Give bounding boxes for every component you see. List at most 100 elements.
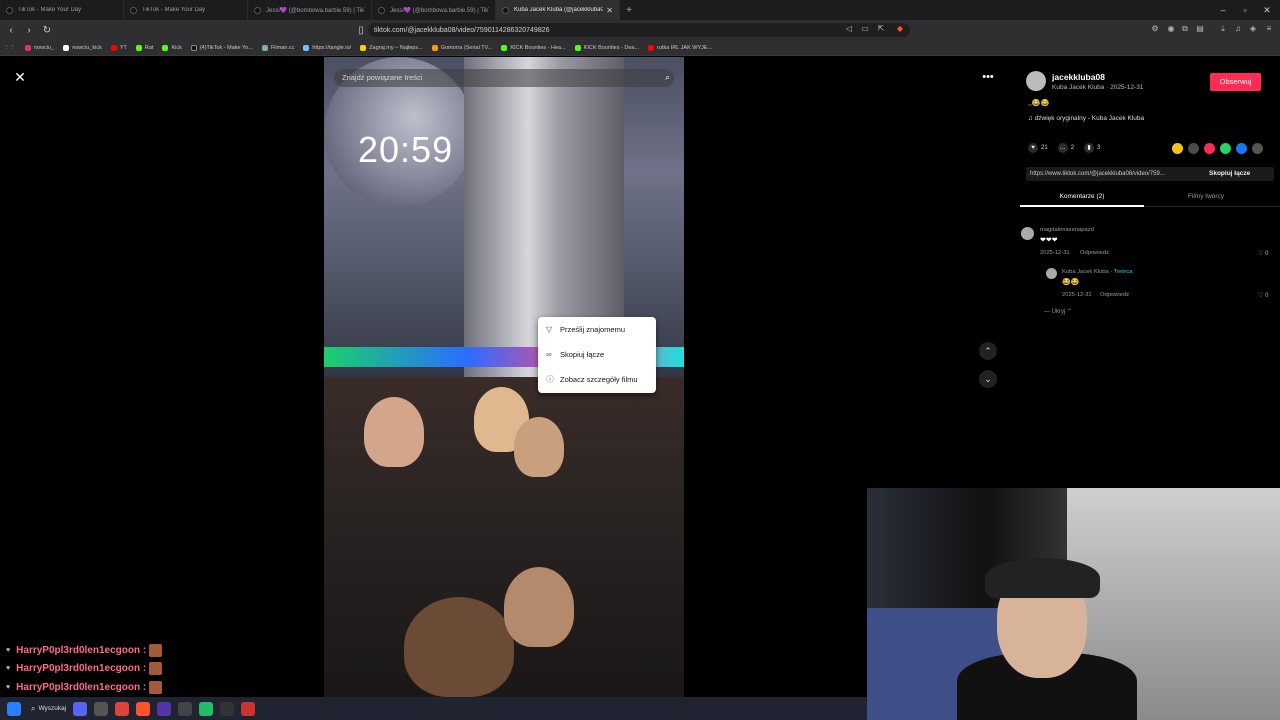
browser-tab[interactable]: TikTok - Make Your Day <box>124 0 248 20</box>
maximize-button[interactable]: ▫ <box>1234 0 1256 20</box>
author-username[interactable]: jacekkluba08 <box>1052 72 1105 82</box>
reply-button[interactable]: Odpowiedz <box>1080 250 1109 256</box>
chat-username: HarryP0pl3rd0len1ecgoon <box>16 681 141 693</box>
app-icon[interactable] <box>199 701 214 716</box>
comment-like-button[interactable]: ♡ 0 <box>1258 250 1268 257</box>
menu-item-video-details[interactable]: ⓘ Zobacz szczegóły filmu <box>538 367 656 392</box>
media-icon[interactable]: ♫ <box>1233 24 1243 34</box>
video-description: ,,😂😂 <box>1028 100 1050 107</box>
bookmark-icon[interactable]: ▯ <box>354 25 368 36</box>
discord-icon[interactable] <box>73 701 88 716</box>
related-search-input[interactable]: Znajdź powiązane treści <box>334 69 674 87</box>
close-window-button[interactable]: ✕ <box>1256 0 1278 20</box>
extension-icon[interactable]: ◉ <box>1166 24 1176 34</box>
bookmark-item[interactable]: Gomorra (Serial TV... <box>431 44 492 51</box>
bookmark-item[interactable]: rutka IRL JAK WYJE... <box>648 44 712 51</box>
extensions-icon[interactable]: ⧉ <box>1180 24 1190 34</box>
app-icon[interactable] <box>178 701 193 716</box>
tab-comments[interactable]: Komentarze (2) <box>1020 187 1144 207</box>
copy-link-button[interactable]: Skopiuj łącze <box>1209 167 1250 181</box>
person-image <box>404 597 514 697</box>
close-viewer-button[interactable]: ✕ <box>12 69 28 85</box>
commenter-avatar[interactable] <box>1021 227 1034 240</box>
close-tab-icon[interactable]: ✕ <box>606 6 613 15</box>
reload-button[interactable]: ↻ <box>40 25 54 36</box>
previous-video-button[interactable]: ⌃ <box>979 342 997 360</box>
hide-replies-button[interactable]: — Ukryj ⌃ <box>1044 308 1072 315</box>
bookmark-item[interactable]: Kick <box>162 44 182 51</box>
commenter-name[interactable]: Kuba Jacek Kluba · Twórca <box>1062 269 1132 275</box>
save-button[interactable]: ▮ 3 <box>1084 143 1100 153</box>
more-options-button[interactable]: ••• <box>980 69 996 85</box>
new-tab-button[interactable]: + <box>620 5 638 16</box>
video-link-field[interactable]: https://www.tiktok.com/@jacekkluba08/vid… <box>1026 167 1274 181</box>
search-icon[interactable]: ⌕ <box>665 72 670 83</box>
brave-icon[interactable] <box>136 701 151 716</box>
share-page-icon[interactable]: ⇱ <box>876 24 886 34</box>
bookmark-item[interactable]: nowciu_ <box>25 44 54 51</box>
chrome-icon[interactable] <box>115 701 130 716</box>
chat-message: ♥ HarryP0pl3rd0len1ecgoon : <box>6 641 206 660</box>
sidebar-icon[interactable]: ▤ <box>1195 24 1205 34</box>
comment-button[interactable]: … 2 <box>1057 143 1074 153</box>
bookmark-item[interactable]: (4)TikTok - Make Yo... <box>190 44 253 51</box>
address-bar-row: ‹ › ↻ ▯ tiktok.com/@jacekkluba08/video/7… <box>0 20 1280 40</box>
brave-shield-icon[interactable]: ◆ <box>895 24 905 34</box>
mute-icon[interactable]: ◁ <box>844 24 854 34</box>
menu-item-label: Zobacz szczegóły filmu <box>560 375 638 384</box>
sound-link[interactable]: ♫ dźwięk oryginalny - Kuba Jacek Kluba <box>1028 115 1144 122</box>
bookmark-item[interactable]: nowciu_kick <box>63 44 102 51</box>
tab-creator-videos[interactable]: Filmy twórcy <box>1144 187 1268 207</box>
apps-icon[interactable]: ⋮⋮ <box>4 45 15 51</box>
menu-item-copy-link[interactable]: ∞ Skopiuj łącze <box>538 342 656 367</box>
like-button[interactable]: ♥ 21 <box>1028 143 1048 153</box>
next-video-button[interactable]: ⌄ <box>979 370 997 388</box>
browser-tab[interactable]: TikTok - Make Your Day <box>0 0 124 20</box>
heart-icon: ♥ <box>6 683 11 691</box>
whatsapp-icon[interactable] <box>1220 143 1231 154</box>
menu-item-send-to-friend[interactable]: ▽ Prześlij znajomemu <box>538 317 656 342</box>
commenter-name[interactable]: magdalenaxenapazd <box>1040 227 1094 233</box>
share-icons <box>1172 143 1268 154</box>
bookmark-item[interactable]: KICK Bounties - Hea... <box>501 44 566 51</box>
wallet-icon[interactable]: ◈ <box>1248 24 1258 34</box>
share-arrow-icon[interactable] <box>1252 143 1263 154</box>
menu-icon[interactable]: ≡ <box>1264 24 1274 34</box>
facebook-icon[interactable] <box>1236 143 1247 154</box>
bookmark-item[interactable]: Zagraj.my – Najleps... <box>360 44 423 51</box>
bookmark-item[interactable]: https://tangle.io/ <box>303 44 351 51</box>
chat-message: ♥ HarryP0pl3rd0len1ecgoon : <box>6 678 206 697</box>
browser-tab[interactable]: Jessi💜 (@bombowa.barbie.59) | TikT <box>372 0 496 20</box>
heart-icon: ♡ <box>1258 251 1264 257</box>
follow-button[interactable]: Obserwuj <box>1210 73 1261 91</box>
reply-button[interactable]: Odpowiedz <box>1100 292 1129 298</box>
bookmark-item[interactable]: Filman.cc <box>261 44 294 51</box>
comment-like-button[interactable]: ♡ 0 <box>1258 292 1268 299</box>
browser-tab-active[interactable]: Kuba Jacek Kluba (@jacekkluba08) ✕ <box>496 0 620 20</box>
terminal-icon[interactable] <box>220 701 235 716</box>
windows-start-icon[interactable] <box>7 701 21 716</box>
screen-icon[interactable]: ▭ <box>860 24 870 34</box>
send-icon[interactable] <box>1204 143 1215 154</box>
bookmark-item[interactable]: KICK Bounties - Dea... <box>574 44 639 51</box>
download-icon[interactable]: ⤓ <box>1218 24 1228 34</box>
bookmark-item[interactable]: YT <box>110 44 127 51</box>
save-count: 3 <box>1097 145 1101 151</box>
browser-tab[interactable]: Jessi💜 (@bombowa.barbie.59) | TikT <box>248 0 372 20</box>
taskbar-search[interactable]: ⌕ Wyszukaj <box>31 704 66 714</box>
app-icon[interactable] <box>241 701 256 716</box>
bookmark-item[interactable]: Rat <box>135 44 153 51</box>
app-icon[interactable] <box>157 701 172 716</box>
comment-date: 2025-12-31 <box>1062 292 1092 298</box>
back-button[interactable]: ‹ <box>4 25 18 36</box>
commenter-avatar[interactable] <box>1046 268 1057 279</box>
tiktok-favicon-icon <box>130 6 137 14</box>
avatar[interactable] <box>1026 71 1046 91</box>
extension-icon[interactable]: ⚙ <box>1150 24 1160 34</box>
embed-icon[interactable] <box>1188 143 1199 154</box>
minimize-button[interactable]: – <box>1212 0 1234 20</box>
app-icon[interactable] <box>94 701 109 716</box>
coin-icon[interactable] <box>1172 143 1183 154</box>
forward-button[interactable]: › <box>22 25 36 36</box>
url-field[interactable]: tiktok.com/@jacekkluba08/video/759011428… <box>368 23 910 37</box>
